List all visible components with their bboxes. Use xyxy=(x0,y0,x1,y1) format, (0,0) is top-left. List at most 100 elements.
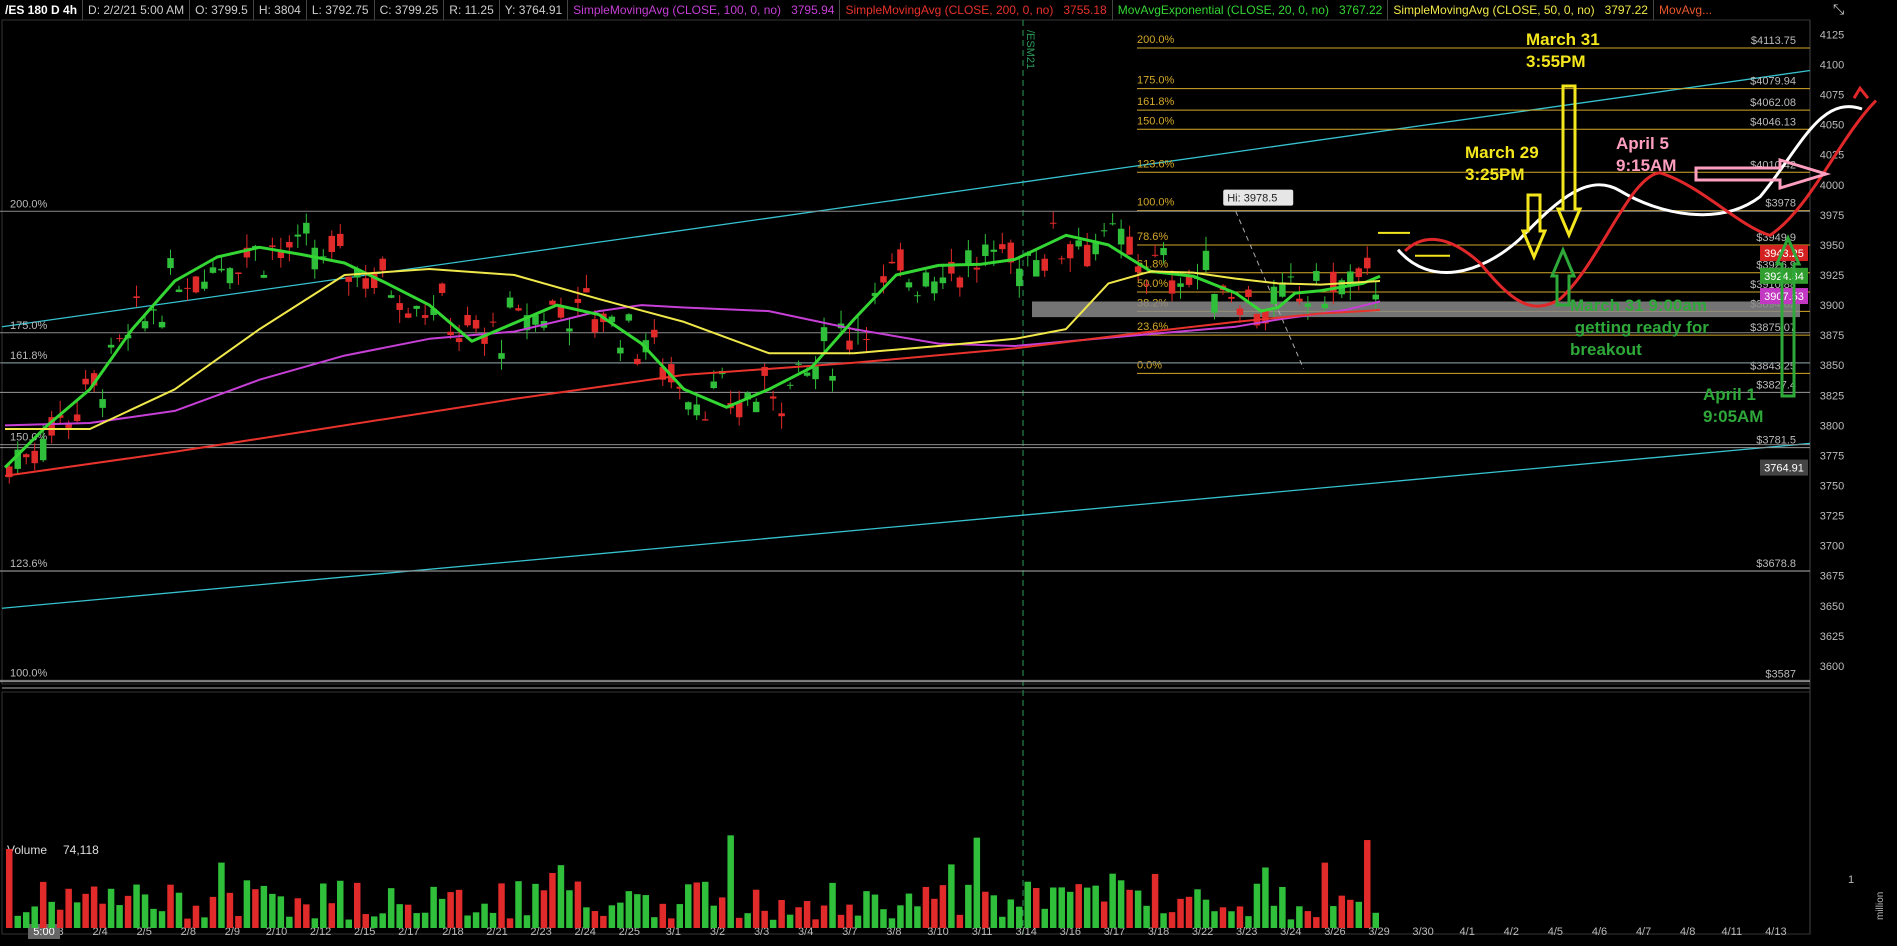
volume-bar xyxy=(515,881,522,928)
left-fib-pct-label: 175.0% xyxy=(10,320,48,332)
volume-bar xyxy=(1143,905,1150,928)
volume-bar xyxy=(744,913,751,928)
volume-bar xyxy=(286,916,293,928)
volume-bar xyxy=(387,888,395,928)
candle-body xyxy=(1160,248,1167,256)
volume-bar xyxy=(320,883,327,928)
candle-body xyxy=(803,372,811,376)
x-tick-label: 4/8 xyxy=(1680,926,1695,938)
volume-bar xyxy=(1330,906,1337,928)
candle-body xyxy=(1245,289,1252,297)
volume-bar xyxy=(226,892,234,928)
volume-bar xyxy=(447,892,454,928)
candle-body xyxy=(39,438,47,461)
volume-bar xyxy=(600,915,607,928)
candle-body xyxy=(557,306,565,318)
candle-body xyxy=(489,321,497,323)
volume-bar xyxy=(1109,873,1116,928)
volume-bar xyxy=(574,881,582,928)
volume-bar xyxy=(659,903,667,928)
candle-body xyxy=(880,276,887,283)
volume-bar xyxy=(752,889,760,928)
projection-annotation: April 5 9:15AM xyxy=(1616,134,1676,175)
volume-bar xyxy=(1355,901,1363,928)
volume-bar xyxy=(1092,885,1099,928)
price-level-label: $4079.94 xyxy=(1750,76,1796,88)
candle-body xyxy=(1143,284,1150,286)
candle-body xyxy=(515,308,522,311)
volume-bar xyxy=(905,893,913,928)
candle-body xyxy=(1168,280,1176,294)
volume-tick-label: 1 xyxy=(1848,874,1854,886)
x-tick-label: 4/5 xyxy=(1548,926,1563,938)
volume-bar xyxy=(107,888,115,928)
candle-body xyxy=(769,396,777,399)
volume-bar xyxy=(1041,908,1048,928)
x-tick-label: 4/6 xyxy=(1592,926,1607,938)
price-tick-label: 4050 xyxy=(1820,120,1844,132)
candle-body xyxy=(820,327,828,342)
volume-bar xyxy=(396,904,403,928)
candle-body xyxy=(1211,294,1218,313)
volume-bar xyxy=(133,884,140,928)
price-level-label: $4046.13 xyxy=(1750,116,1796,128)
price-tick-label: 3725 xyxy=(1820,511,1844,523)
volume-bar xyxy=(795,907,802,928)
volume-bar xyxy=(871,894,879,928)
volume-bar xyxy=(209,896,217,928)
candle-body xyxy=(863,339,870,341)
candle-body xyxy=(574,298,582,303)
volume-bar xyxy=(1134,890,1142,928)
candle-body xyxy=(99,399,106,408)
candle-body xyxy=(1075,240,1082,247)
volume-bar xyxy=(167,884,174,928)
volume-bar xyxy=(1202,899,1210,928)
lower-channel-line xyxy=(1,442,1811,609)
current-badge-label: 3907.53 xyxy=(1764,291,1804,303)
candle-body xyxy=(31,450,38,464)
candle-body xyxy=(982,244,989,257)
volume-bar xyxy=(965,884,972,928)
volume-label: Volume xyxy=(7,843,47,857)
price-chart[interactable]: 4125410040754050402540003975395039253900… xyxy=(0,0,1897,946)
volume-bar xyxy=(1253,883,1261,928)
x-tick-label: 3/30 xyxy=(1412,926,1433,938)
volume-bar xyxy=(931,898,938,928)
volume-bar xyxy=(1194,889,1201,928)
candle-body xyxy=(175,289,183,293)
candle-body xyxy=(396,303,403,310)
volume-bar xyxy=(311,918,319,928)
price-tick-label: 3700 xyxy=(1820,541,1844,553)
volume-bar xyxy=(1245,916,1252,928)
candle-body xyxy=(1041,258,1048,271)
volume-bar xyxy=(252,889,259,928)
price-tick-label: 3600 xyxy=(1820,661,1844,673)
volume-bar xyxy=(897,905,904,928)
volume-bar xyxy=(337,880,344,928)
price-tick-label: 3975 xyxy=(1820,210,1844,222)
volume-bar xyxy=(235,915,242,928)
volume-bar xyxy=(854,915,862,928)
volume-bar xyxy=(73,902,81,928)
volume-bar xyxy=(1168,912,1176,928)
x-tick-label: 4/11 xyxy=(1722,926,1743,938)
current-badge-label: 3764.91 xyxy=(1764,463,1804,475)
volume-bar xyxy=(863,891,870,928)
price-tick-label: 3875 xyxy=(1820,330,1844,342)
candle-body xyxy=(566,328,573,332)
volume-bar xyxy=(803,901,811,928)
candle-body xyxy=(888,261,896,264)
volume-bar xyxy=(786,914,794,928)
candle-body xyxy=(303,222,310,234)
volume-bar xyxy=(1219,907,1227,928)
candle-body xyxy=(294,234,302,237)
candle-body xyxy=(1016,268,1023,287)
volume-bar xyxy=(192,905,200,928)
price-tick-label: 3750 xyxy=(1820,481,1844,493)
volume-bar xyxy=(532,883,539,928)
candle-body xyxy=(693,404,700,416)
price-tick-label: 4100 xyxy=(1820,60,1844,72)
candle-body xyxy=(1304,303,1312,307)
current-badge-label: 3924.34 xyxy=(1764,271,1804,283)
volume-bar xyxy=(269,893,276,928)
